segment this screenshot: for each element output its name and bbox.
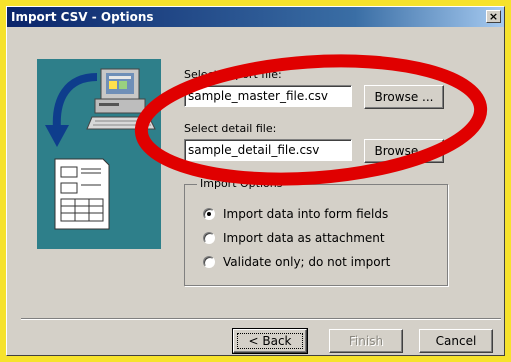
back-button[interactable]: < Back — [232, 328, 308, 354]
close-icon: × — [488, 10, 499, 23]
option-validate-only-label: Validate only; do not import — [223, 255, 391, 269]
back-label: < Back — [237, 333, 303, 349]
wizard-illustration — [37, 59, 161, 249]
window-title: Import CSV - Options — [11, 10, 154, 24]
browse-import-label: Browse ... — [374, 90, 434, 104]
radio-attachment[interactable] — [203, 232, 215, 244]
title-bar[interactable]: Import CSV - Options × — [7, 7, 504, 27]
radio-validate-only[interactable] — [203, 256, 215, 268]
import-file-label: Select import file: — [184, 68, 282, 81]
browse-detail-button[interactable]: Browse ... — [364, 139, 444, 163]
import-file-input[interactable]: sample_master_file.csv — [184, 85, 352, 107]
computer-icon — [86, 68, 156, 130]
detail-file-input[interactable]: sample_detail_file.csv — [184, 139, 352, 161]
cancel-label: Cancel — [435, 334, 477, 348]
import-options-title: Import Options — [197, 177, 286, 190]
browse-detail-label: Browse ... — [374, 144, 434, 158]
close-button[interactable]: × — [486, 10, 501, 23]
option-form-fields-label: Import data into form fields — [223, 207, 389, 221]
document-icon — [54, 158, 110, 230]
option-attachment-label: Import data as attachment — [223, 231, 385, 245]
cancel-button[interactable]: Cancel — [419, 329, 493, 353]
curved-arrow-icon — [45, 73, 98, 147]
finish-label: Finish — [348, 334, 384, 348]
radio-form-fields[interactable] — [203, 208, 215, 220]
detail-file-label: Select detail file: — [184, 122, 277, 135]
separator — [21, 318, 501, 320]
finish-button[interactable]: Finish — [329, 329, 403, 353]
import-csv-dialog: Import CSV - Options × Select import fil… — [6, 6, 505, 356]
browse-import-button[interactable]: Browse ... — [364, 85, 444, 109]
